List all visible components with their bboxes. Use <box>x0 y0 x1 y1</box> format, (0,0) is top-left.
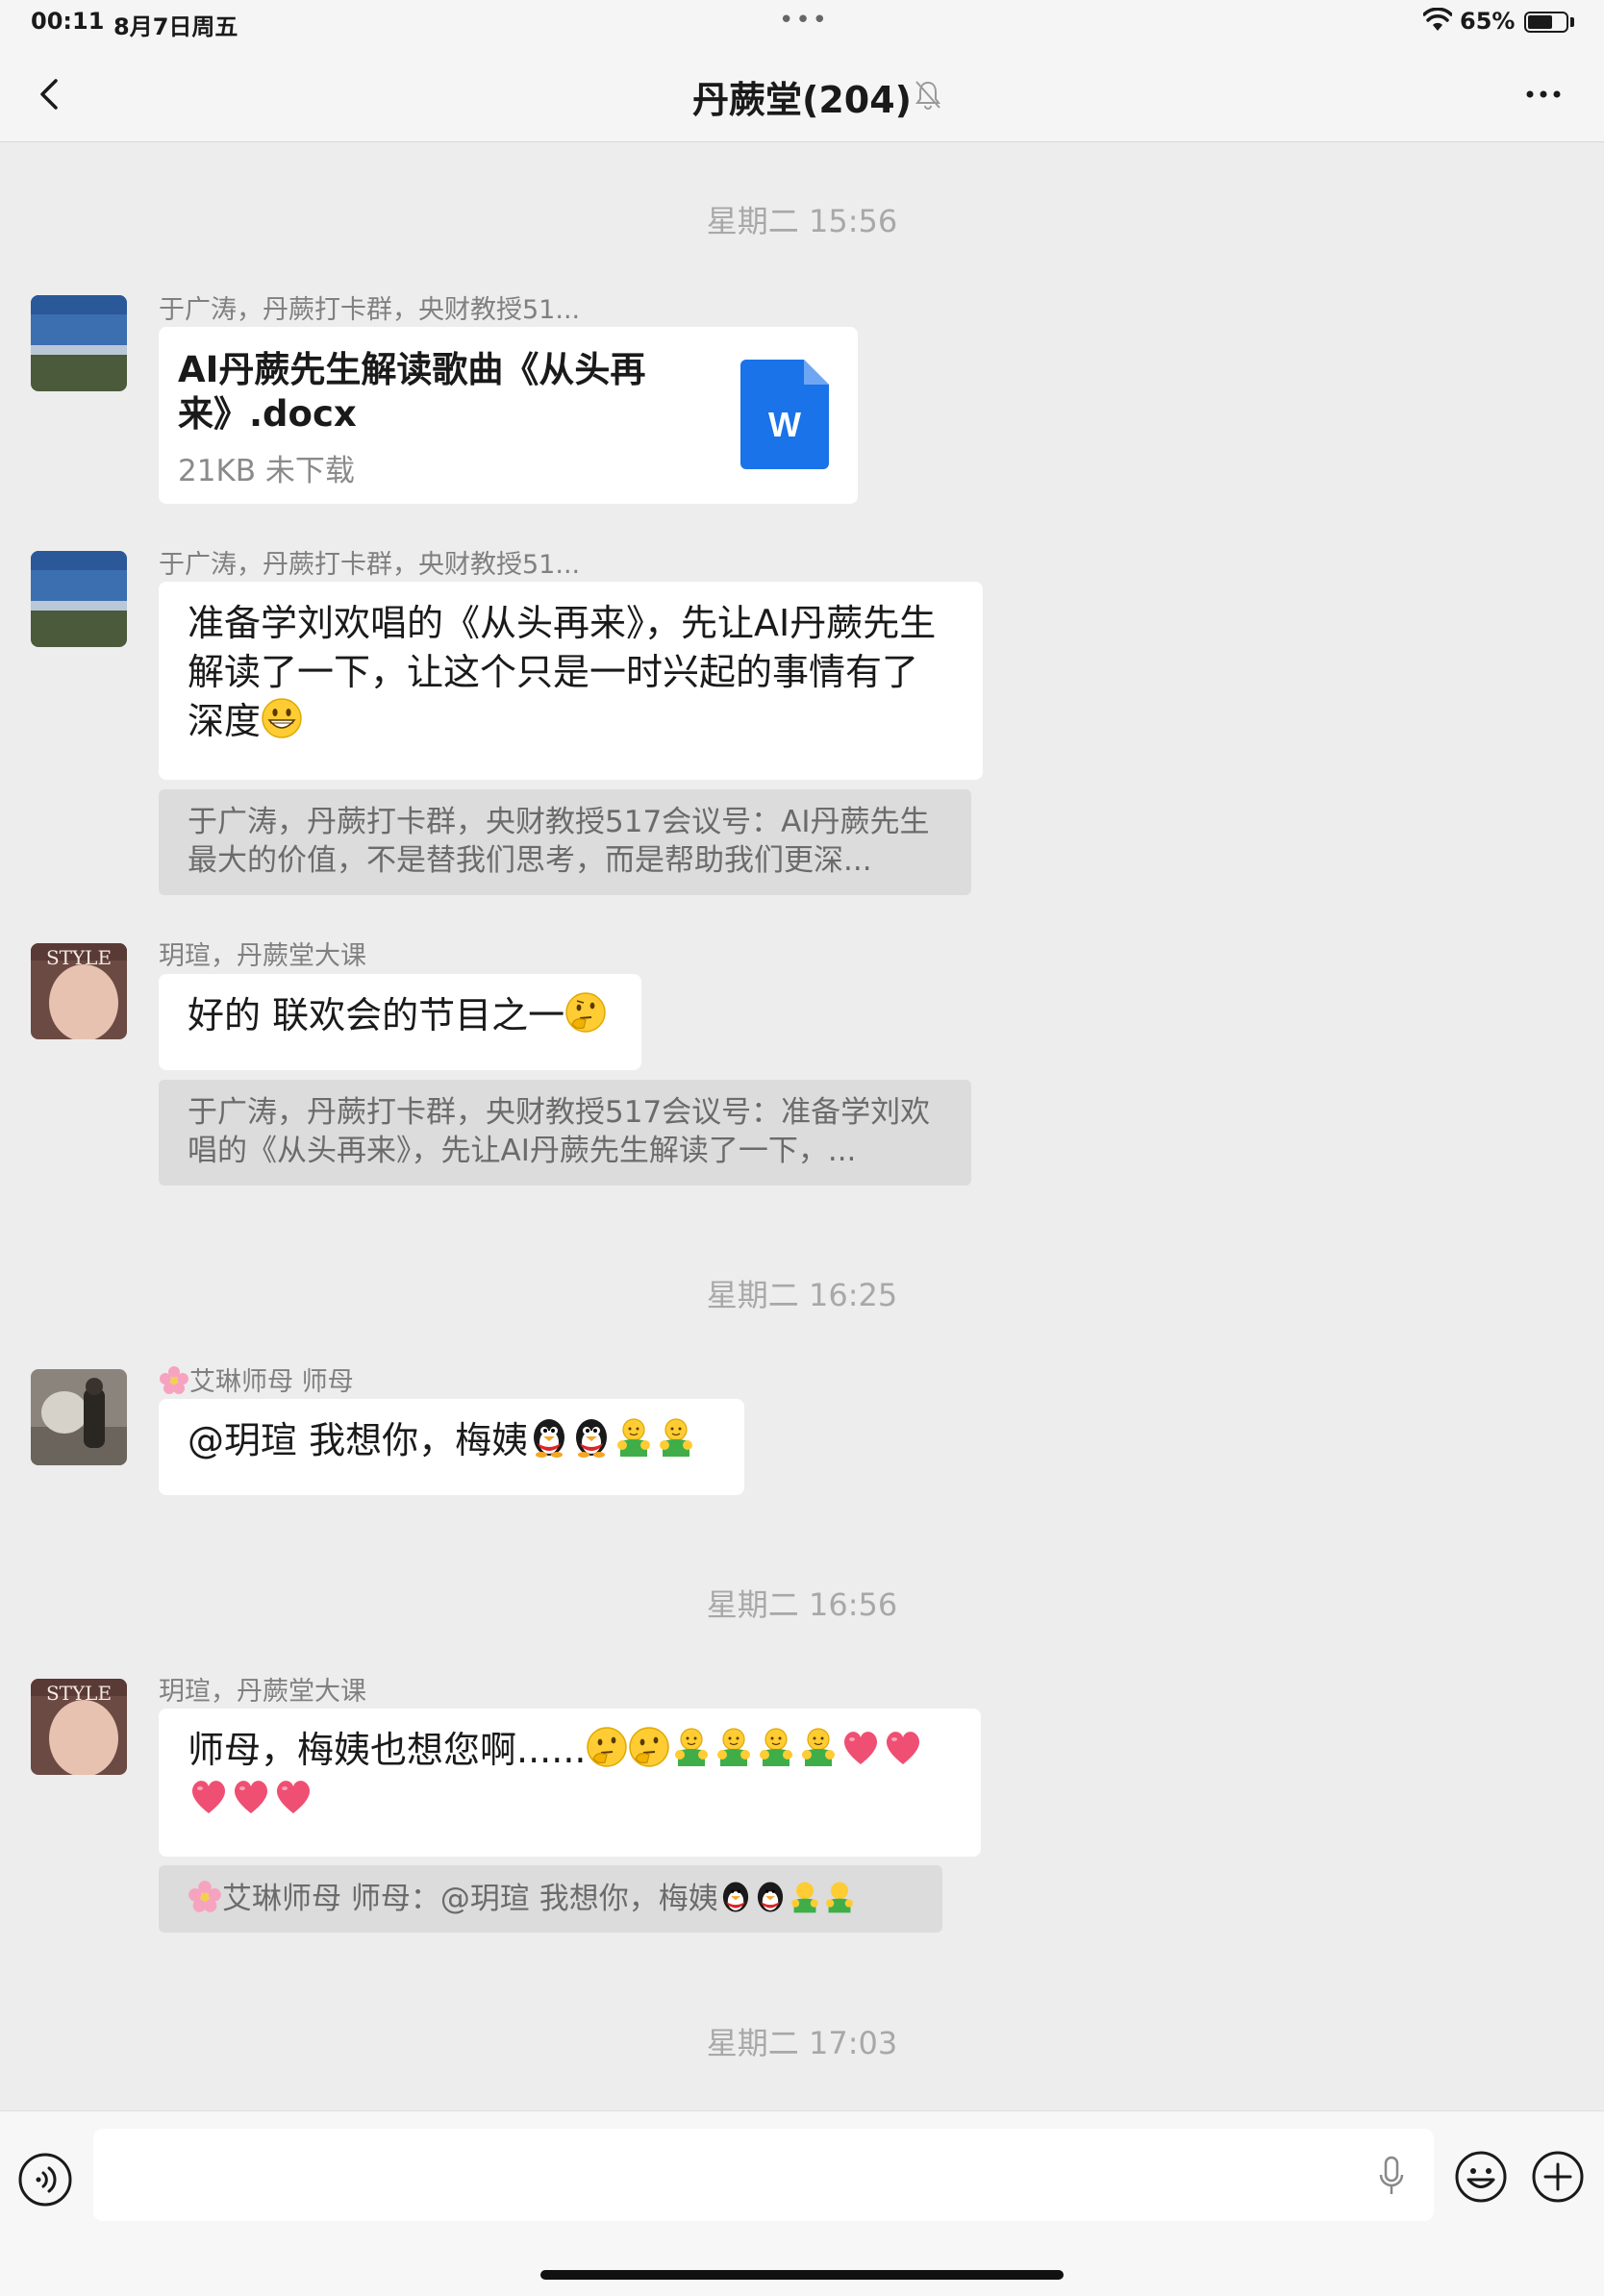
heart-emoji-icon <box>191 1781 226 1813</box>
hug-emoji-icon <box>660 1418 693 1457</box>
status-bar: 00:11 8月7日周五 ••• 65% <box>0 0 1604 46</box>
avatar[interactable] <box>31 1369 127 1465</box>
hug-emoji-icon <box>790 1882 818 1913</box>
sender-name: 玥瑄，丹蕨堂大课 <box>159 941 366 971</box>
penguin-emoji-icon <box>576 1419 608 1458</box>
file-size-status: 21KB 未下载 <box>178 454 355 488</box>
wifi-icon <box>1423 8 1452 31</box>
quoted-message[interactable]: 于广涛，丹蕨打卡群，央财教授517会议号：准备学刘欢唱的《从头再来》，先让AI丹… <box>159 1080 971 1185</box>
voice-input-icon[interactable] <box>17 2152 73 2208</box>
smiley-icon[interactable] <box>1454 2150 1508 2204</box>
microphone-icon[interactable] <box>1377 2156 1406 2198</box>
battery-cap <box>1570 17 1574 27</box>
bell-slash-icon <box>915 81 940 110</box>
file-name: AI丹蕨先生解读歌曲《从头再来》.docx <box>178 349 646 435</box>
ellipsis-icon[interactable] <box>1519 75 1567 113</box>
avatar[interactable] <box>31 551 127 647</box>
quoted-message[interactable]: 艾琳师母 师母：@玥瑄 我想你，梅姨 <box>159 1865 942 1933</box>
word-document-icon: W <box>740 360 829 469</box>
heart-emoji-icon <box>234 1781 268 1813</box>
file-message[interactable]: AI丹蕨先生解读歌曲《从头再来》.docx 21KB 未下载 W <box>159 327 858 504</box>
hug-emoji-icon <box>760 1728 793 1766</box>
battery-percentage: 65% <box>1460 8 1516 35</box>
message-timestamp: 星期二 16:56 <box>706 1586 898 1623</box>
thinking-emoji-icon <box>565 992 606 1033</box>
sender-name: 艾琳师母 师母 <box>159 1360 354 1398</box>
battery-icon <box>1524 12 1568 33</box>
heart-emoji-icon <box>844 1732 878 1764</box>
input-toolbar <box>0 2110 1604 2296</box>
message-text: 好的 联欢会的节目之一 <box>188 994 565 1036</box>
hug-emoji-icon <box>617 1418 651 1457</box>
penguin-emoji-icon <box>757 1882 783 1912</box>
status-date: 8月7日周五 <box>113 13 238 40</box>
message-bubble[interactable]: @玥瑄 我想你，梅姨 <box>159 1399 744 1495</box>
multitasking-dots-icon[interactable]: ••• <box>779 6 829 35</box>
message-input[interactable] <box>93 2129 1434 2221</box>
sender-name: 于广涛，丹蕨打卡群，央财教授51... <box>159 295 581 325</box>
avatar[interactable]: STYLE <box>31 943 127 1039</box>
heart-emoji-icon <box>276 1781 311 1813</box>
message-text: 师母，梅姨也想您啊...... <box>188 1729 587 1771</box>
message-timestamp: 星期二 16:25 <box>706 1277 898 1313</box>
message-text: @玥瑄 我想你，梅姨 <box>188 1419 529 1461</box>
home-indicator[interactable] <box>540 2270 1064 2280</box>
svg-text:W: W <box>768 405 801 444</box>
message-timestamp: 星期二 15:56 <box>706 203 898 239</box>
hug-emoji-icon <box>717 1728 751 1766</box>
emoji-row <box>718 1882 857 1916</box>
hug-emoji-icon <box>802 1728 836 1766</box>
plus-circle-icon[interactable] <box>1531 2150 1585 2204</box>
penguin-emoji-icon <box>534 1419 565 1458</box>
sender-name: 于广涛，丹蕨打卡群，央财教授51... <box>159 550 581 580</box>
grin-emoji-icon <box>262 698 302 738</box>
penguin-emoji-icon <box>722 1882 748 1912</box>
battery-level <box>1528 15 1552 29</box>
message-timestamp: 星期二 17:03 <box>706 2025 898 2061</box>
cherry-blossom-icon <box>160 1366 188 1394</box>
heart-emoji-icon <box>887 1732 920 1764</box>
message-bubble[interactable]: 好的 联欢会的节目之一 <box>159 974 641 1070</box>
svg-text:STYLE: STYLE <box>46 946 112 969</box>
message-bubble[interactable]: 准备学刘欢唱的《从头再来》，先让AI丹蕨先生解读了一下，让这个只是一时兴起的事情… <box>159 582 983 780</box>
cherry-blossom-icon <box>188 1881 221 1912</box>
emoji-row <box>528 1418 697 1461</box>
svg-text:STYLE: STYLE <box>46 1682 112 1705</box>
quoted-message[interactable]: 于广涛，丹蕨打卡群，央财教授517会议号：AI丹蕨先生最大的价值，不是替我们思考… <box>159 789 971 895</box>
thinking-emoji-icon <box>587 1727 628 1767</box>
hug-emoji-icon <box>825 1882 853 1913</box>
sender-name: 玥瑄，丹蕨堂大课 <box>159 1677 366 1707</box>
avatar[interactable]: STYLE <box>31 1679 127 1775</box>
message-bubble[interactable]: 师母，梅姨也想您啊...... <box>159 1709 981 1857</box>
avatar[interactable] <box>31 295 127 391</box>
hug-emoji-icon <box>675 1728 709 1766</box>
thinking-emoji-icon <box>629 1727 670 1767</box>
status-time: 00:11 <box>31 8 105 35</box>
chat-header: 丹蕨堂(204) <box>0 46 1604 142</box>
chat-title: 丹蕨堂(204) <box>691 79 913 121</box>
